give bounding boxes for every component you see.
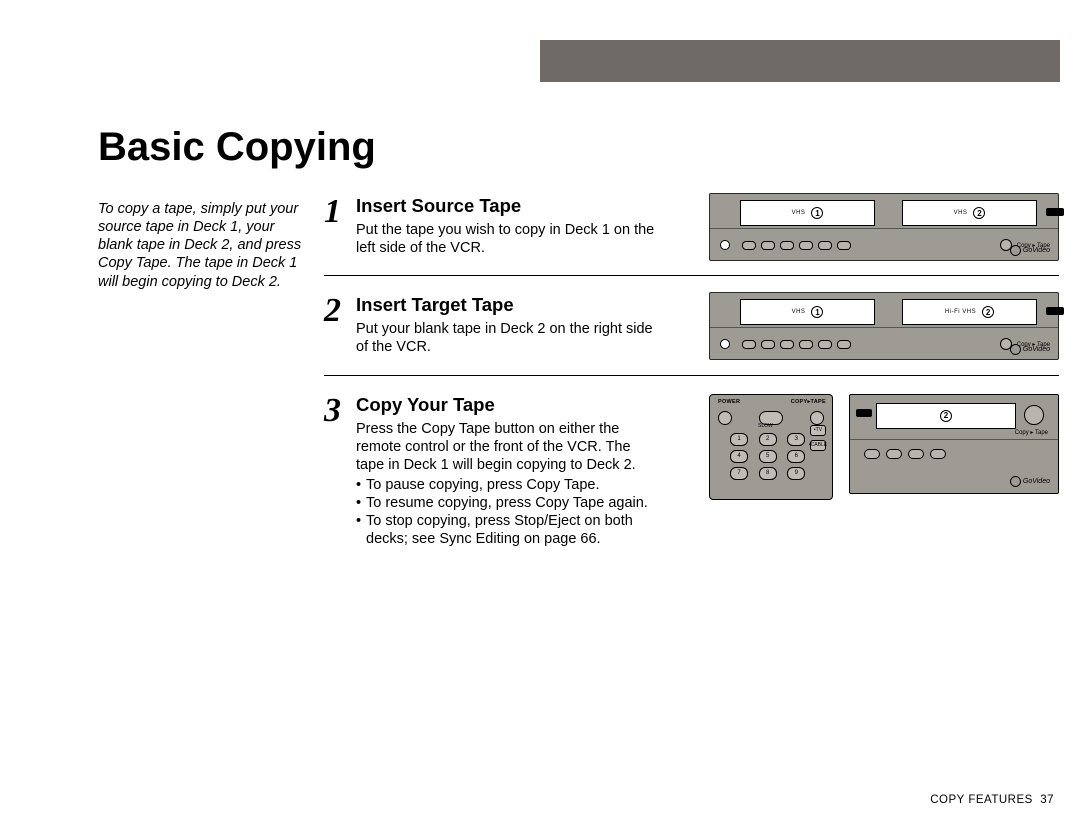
bullet-item: To pause copying, press Copy Tape. — [356, 476, 666, 494]
section-label: COPY FEATURES — [930, 794, 1033, 806]
deck2-detail-illustration: 2 Copy ▸ Tape GoVideo — [849, 394, 1059, 494]
vhs-label: VHS — [792, 210, 806, 216]
step3-illustrations: POWER COPY▸TAPE SLOW 123 456 789 •TV — [709, 394, 1059, 500]
step-title: Copy Your Tape — [356, 394, 666, 416]
step-3: 3 Copy Your Tape Press the Copy Tape but… — [324, 394, 1059, 567]
copy-tape-knob-icon — [1024, 405, 1044, 425]
vcr-illustration-2: VHS 1 Hi-Fi VHS 2 Copy ▸ Tape — [709, 292, 1059, 360]
deck-2-slot: 2 — [876, 403, 1016, 429]
power-button-icon — [718, 411, 732, 425]
copy-tape-label: Copy ▸ Tape — [1015, 429, 1048, 436]
hifi-badge — [856, 409, 872, 417]
steps-container: 1 Insert Source Tape Put the tape you wi… — [324, 195, 1059, 584]
header-bar — [540, 40, 1060, 82]
vcr-button-row: Copy ▸ Tape — [720, 234, 1050, 256]
hifi-badge — [1046, 208, 1064, 216]
deck-2-slot: VHS 2 — [902, 200, 1037, 226]
step-text: Put the tape you wish to copy in Deck 1 … — [356, 221, 656, 257]
copy-tape-label: COPY▸TAPE — [791, 399, 826, 405]
deck-number-icon: 1 — [811, 207, 823, 219]
step-text: Press the Copy Tape button on either the… — [356, 420, 656, 474]
bullet-item: To stop copying, press Stop/Eject on bot… — [356, 512, 666, 548]
power-label: POWER — [718, 399, 740, 405]
deck-1-slot: VHS 1 — [740, 200, 875, 226]
step-text: Put your blank tape in Deck 2 on the rig… — [356, 320, 656, 356]
tv-button: •TV — [810, 425, 826, 436]
copy-tape-button-icon — [810, 411, 824, 425]
page-title: Basic Copying — [98, 125, 376, 170]
power-button-icon — [720, 240, 730, 250]
vcr-illustration-1: VHS 1 VHS 2 — [709, 193, 1059, 261]
step-bullets: To pause copying, press Copy Tape. To re… — [356, 476, 666, 549]
step-number: 3 — [324, 394, 348, 428]
manual-page: Basic Copying To copy a tape, simply put… — [0, 0, 1080, 834]
brand-logo: GoVideo — [1010, 476, 1050, 487]
bullet-item: To resume copying, press Copy Tape again… — [356, 494, 666, 512]
page-number: 37 — [1040, 794, 1054, 806]
brand-logo: GoVideo — [1010, 245, 1050, 256]
cable-button: •CABLE — [810, 440, 826, 451]
remote-control-illustration: POWER COPY▸TAPE SLOW 123 456 789 •TV — [709, 394, 833, 500]
step-number: 2 — [324, 294, 348, 328]
page-footer: COPY FEATURES 37 — [930, 794, 1054, 806]
step-2: 2 Insert Target Tape Put your blank tape… — [324, 294, 1059, 375]
step-number: 1 — [324, 195, 348, 229]
step-1: 1 Insert Source Tape Put the tape you wi… — [324, 195, 1059, 276]
intro-text: To copy a tape, simply put your source t… — [98, 200, 308, 291]
